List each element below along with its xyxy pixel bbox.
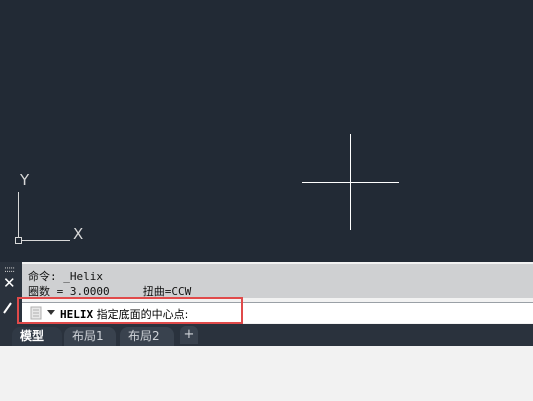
history-line: 圈数 = 3.0000 扭曲=CCW	[28, 285, 192, 298]
command-icon[interactable]	[30, 306, 42, 320]
tab-layout2[interactable]: 布局2	[120, 327, 174, 346]
customize-icon[interactable]	[3, 300, 13, 314]
status-area	[0, 346, 533, 401]
crosshair-vertical	[350, 134, 351, 230]
ucs-x-axis	[18, 240, 70, 241]
command-prompt: HELIX 指定底面的中心点:	[60, 306, 188, 322]
ucs-x-label: X	[73, 225, 84, 243]
ucs-y-label: Y	[20, 171, 30, 189]
close-icon[interactable]: ✕	[3, 276, 16, 291]
history-line: 命令: _Helix	[28, 270, 103, 283]
ucs-y-axis	[18, 192, 19, 240]
grip-icon[interactable]: :::::	[4, 266, 15, 275]
command-input[interactable]: HELIX 指定底面的中心点:	[22, 302, 533, 323]
add-layout-button[interactable]: +	[180, 326, 198, 344]
tab-model[interactable]: 模型	[12, 327, 62, 346]
prompt-command-name: HELIX	[60, 308, 94, 321]
drawing-viewport[interactable]: X Y	[0, 0, 533, 262]
recent-commands-dropdown-icon[interactable]	[47, 310, 55, 315]
prompt-instruction: 指定底面的中心点:	[96, 308, 189, 321]
tab-layout1[interactable]: 布局1	[64, 327, 116, 346]
command-history: 命令: _Helix 圈数 = 3.0000 扭曲=CCW	[22, 264, 533, 298]
ucs-origin-icon	[15, 237, 22, 244]
